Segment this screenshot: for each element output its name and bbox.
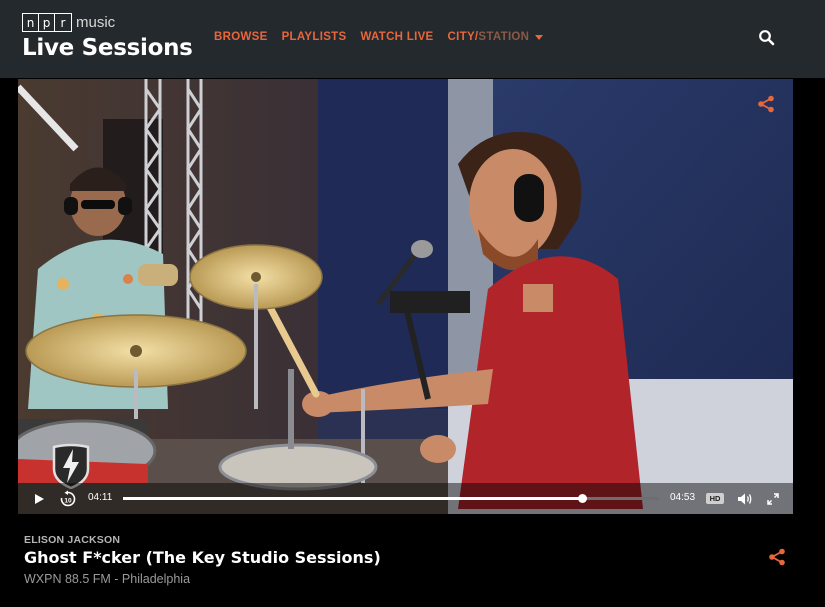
current-time: 04:11 bbox=[88, 492, 113, 503]
npr-music-logo[interactable]: n p r music bbox=[22, 13, 115, 32]
search-button[interactable] bbox=[758, 29, 776, 47]
volume-icon bbox=[738, 493, 752, 504]
nav-playlists[interactable]: PLAYLISTS bbox=[282, 31, 347, 43]
nav-city-station[interactable]: CITY/STATION bbox=[448, 31, 544, 43]
video-player[interactable]: 10 04:11 04:53 HD bbox=[18, 79, 793, 514]
nav-watch-live[interactable]: WATCH LIVE bbox=[360, 31, 433, 43]
site-header: n p r music Live Sessions BROWSE PLAYLIS… bbox=[0, 0, 825, 78]
main-nav: BROWSE PLAYLISTS WATCH LIVE CITY/STATION bbox=[214, 31, 544, 43]
progress-handle[interactable] bbox=[578, 494, 588, 503]
artist-name[interactable]: ELISON JACKSON bbox=[24, 534, 120, 546]
video-frame bbox=[18, 79, 793, 514]
nav-city-label: CITY/ bbox=[447, 31, 479, 43]
player-controls: 10 04:11 04:53 HD bbox=[18, 483, 793, 514]
nav-browse[interactable]: BROWSE bbox=[214, 31, 268, 43]
rewind-10-icon: 10 bbox=[60, 490, 76, 506]
share-icon bbox=[769, 548, 785, 566]
caret-down-icon bbox=[535, 34, 544, 40]
npr-logo-letter: r bbox=[60, 15, 66, 30]
progress-fill bbox=[123, 497, 583, 500]
site-title[interactable]: Live Sessions bbox=[22, 35, 193, 61]
fullscreen-icon bbox=[767, 492, 779, 505]
rewind-10-button[interactable]: 10 bbox=[56, 483, 80, 514]
npr-logo-letter: n bbox=[23, 14, 39, 31]
npr-logo-letter: p bbox=[39, 14, 55, 31]
fullscreen-button[interactable] bbox=[762, 483, 784, 514]
nav-station-label: STATION bbox=[478, 31, 530, 43]
play-icon bbox=[35, 493, 44, 504]
play-button[interactable] bbox=[28, 483, 50, 514]
svg-text:10: 10 bbox=[64, 497, 72, 504]
npr-logo-suffix: music bbox=[76, 14, 116, 31]
share-session-button[interactable] bbox=[768, 548, 786, 566]
share-button[interactable] bbox=[757, 95, 775, 113]
search-icon bbox=[759, 30, 775, 46]
progress-bar[interactable] bbox=[123, 494, 659, 503]
npr-logo-box: n p r bbox=[22, 13, 72, 32]
share-icon bbox=[758, 95, 774, 113]
hd-quality-button[interactable]: HD bbox=[706, 493, 724, 504]
duration: 04:53 bbox=[670, 492, 696, 503]
station-name: WXPN 88.5 FM - Philadelphia bbox=[24, 572, 191, 586]
volume-button[interactable] bbox=[734, 483, 756, 514]
session-title[interactable]: Ghost F*cker (The Key Studio Sessions) bbox=[24, 548, 381, 567]
